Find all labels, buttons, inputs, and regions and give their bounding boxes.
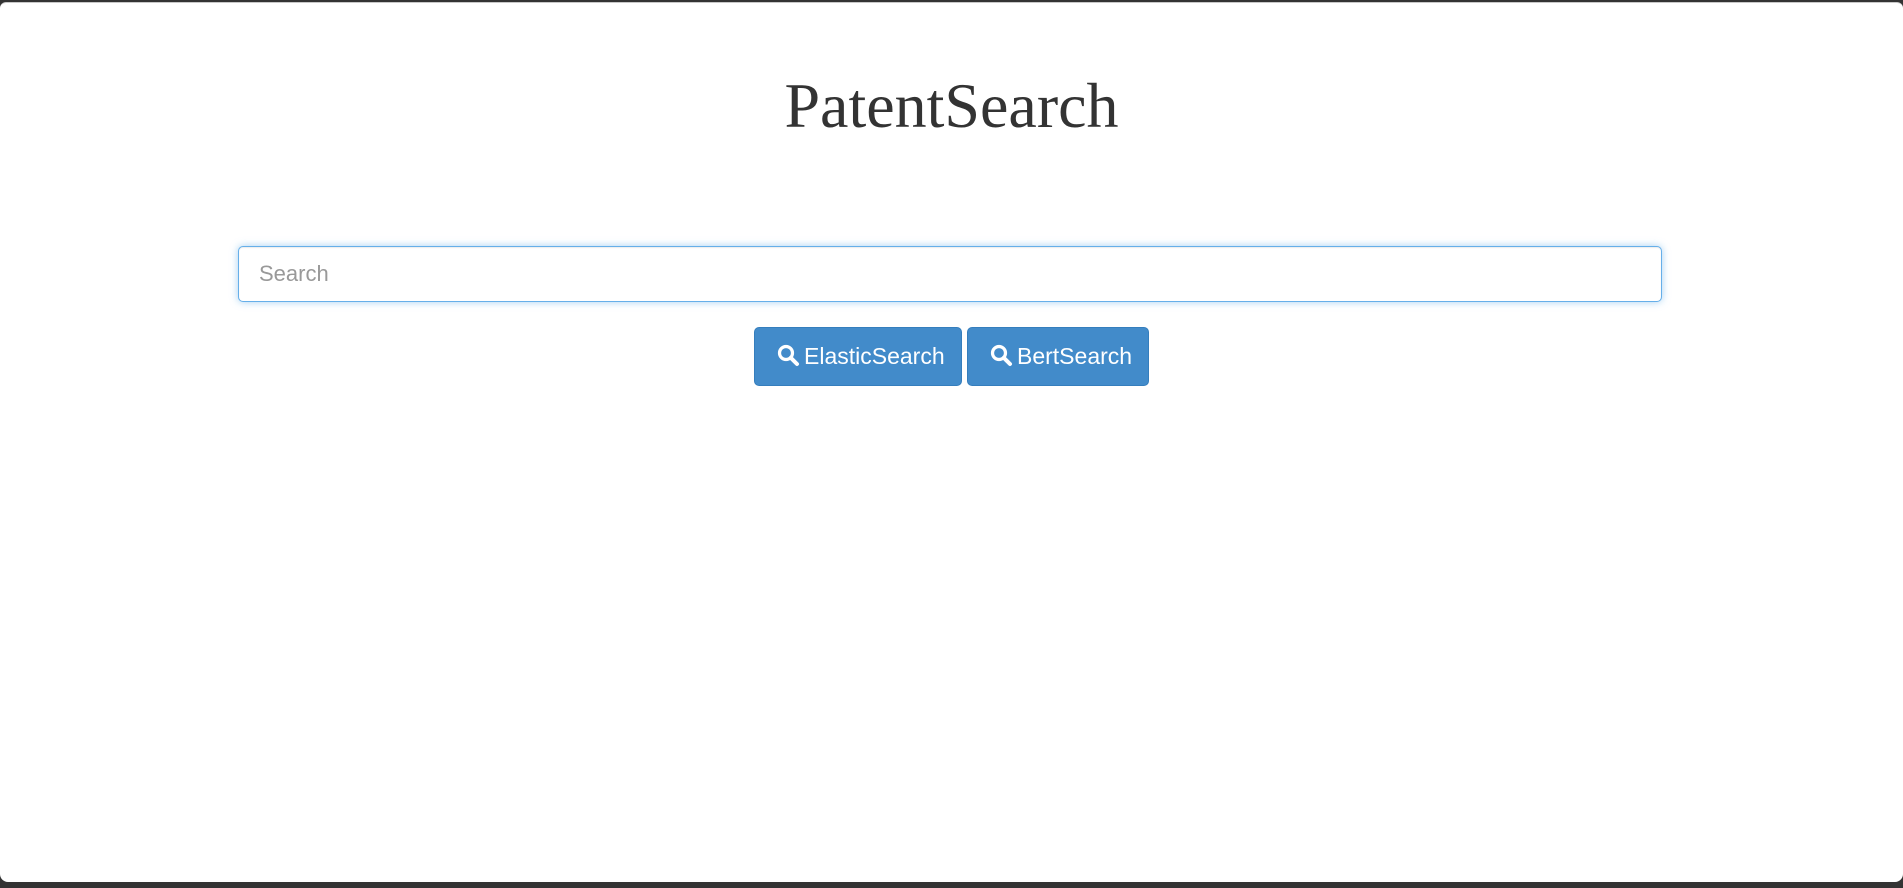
elasticsearch-button-label: ElasticSearch bbox=[804, 343, 945, 369]
app-window: PatentSearch ElasticSearch BertSearch bbox=[0, 2, 1903, 882]
elasticsearch-button[interactable]: ElasticSearch bbox=[754, 327, 962, 386]
bertsearch-button-label: BertSearch bbox=[1017, 343, 1133, 369]
bertsearch-button[interactable]: BertSearch bbox=[967, 327, 1149, 386]
search-button-group: ElasticSearch BertSearch bbox=[0, 327, 1903, 386]
search-input[interactable] bbox=[238, 246, 1662, 302]
search-icon bbox=[776, 343, 800, 367]
search-icon bbox=[989, 343, 1013, 367]
page-title: PatentSearch bbox=[784, 70, 1119, 141]
